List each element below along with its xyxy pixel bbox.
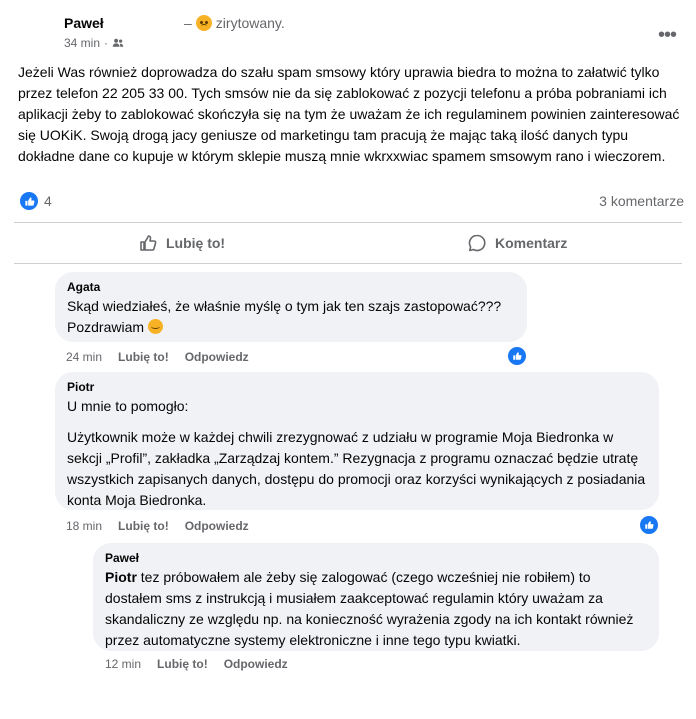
feeling-status: – zirytowany. xyxy=(184,15,285,31)
comment-intro: U mnie to pomogło: xyxy=(67,398,189,414)
comment-like-reaction-icon[interactable] xyxy=(638,514,660,536)
comment-author[interactable]: Piotr xyxy=(67,380,647,394)
comment-bubble: Agata Skąd wiedziałeś, że właśnie myślę … xyxy=(55,272,527,342)
comment-reply-button[interactable]: Odpowiedz xyxy=(224,657,288,671)
status-text: zirytowany. xyxy=(215,15,285,31)
post-meta: 34 min · xyxy=(64,36,124,50)
status-dash: – xyxy=(184,15,192,31)
post-card: Paweł – zirytowany. 34 min · ••• Jeżeli … xyxy=(0,0,696,719)
comment-text-line: Pozdrawiam xyxy=(67,319,145,335)
comment-time[interactable]: 24 min xyxy=(66,350,102,364)
comment-text: Piotr tez próbowałem ale żeby się zalogo… xyxy=(105,567,647,651)
annoyed-emoji-icon xyxy=(195,15,212,31)
comment-button-label: Komentarz xyxy=(495,235,568,251)
like-button-label: Lubię to! xyxy=(166,235,226,251)
comment-author[interactable]: Agata xyxy=(67,280,515,294)
comment-text-line: Skąd wiedziałeś, że właśnie myślę o tym … xyxy=(67,298,502,314)
comment-text: U mnie to pomogło: Użytkownik może w każ… xyxy=(67,396,647,511)
friends-icon[interactable] xyxy=(112,37,124,49)
like-reaction-icon xyxy=(20,192,38,210)
comment-actions: 24 min Lubię to! Odpowiedz xyxy=(66,350,249,364)
post-body: Jeżeli Was również doprowadza do szału s… xyxy=(18,64,680,164)
more-options-icon[interactable]: ••• xyxy=(658,24,677,47)
comment-time[interactable]: 18 min xyxy=(66,519,102,533)
divider-bottom xyxy=(14,263,682,264)
comment-quote: Użytkownik może w każdej chwili zrezygno… xyxy=(67,429,646,508)
comment-time[interactable]: 12 min xyxy=(105,657,141,671)
comment-button[interactable]: Komentarz xyxy=(467,233,567,253)
divider-top xyxy=(14,222,682,223)
comment-actions: 12 min Lubię to! Odpowiedz xyxy=(105,657,288,671)
comments-count-link[interactable]: 3 komentarze xyxy=(599,193,684,209)
smiling-emoji-icon xyxy=(147,319,163,334)
post-time[interactable]: 34 min xyxy=(64,36,100,50)
comment-like-button[interactable]: Lubię to! xyxy=(118,519,169,533)
reaction-count: 4 xyxy=(44,193,52,209)
comment-text: Skąd wiedziałeś, że właśnie myślę o tym … xyxy=(67,296,515,338)
thumbs-up-icon xyxy=(140,235,157,251)
mention-link[interactable]: Piotr xyxy=(105,569,137,585)
comment-reply-button[interactable]: Odpowiedz xyxy=(185,350,249,364)
dot-separator: · xyxy=(104,36,109,50)
comment-author[interactable]: Paweł xyxy=(105,551,647,565)
comment-bubble: Piotr U mnie to pomogło: Użytkownik może… xyxy=(55,372,659,510)
comment-like-reaction-icon[interactable] xyxy=(506,345,528,367)
comment-bubble-icon xyxy=(468,234,486,252)
comment-text-body: tez próbowałem ale żeby się zalogować (c… xyxy=(105,569,634,648)
comment-reply-button[interactable]: Odpowiedz xyxy=(185,519,249,533)
reaction-summary[interactable]: 4 xyxy=(20,192,52,210)
like-button[interactable]: Lubię to! xyxy=(138,233,225,253)
post-author[interactable]: Paweł xyxy=(64,15,104,31)
comment-like-button[interactable]: Lubię to! xyxy=(157,657,208,671)
comment-actions: 18 min Lubię to! Odpowiedz xyxy=(66,519,249,533)
comment-like-button[interactable]: Lubię to! xyxy=(118,350,169,364)
reply-bubble: Paweł Piotr tez próbowałem ale żeby się … xyxy=(93,543,659,651)
